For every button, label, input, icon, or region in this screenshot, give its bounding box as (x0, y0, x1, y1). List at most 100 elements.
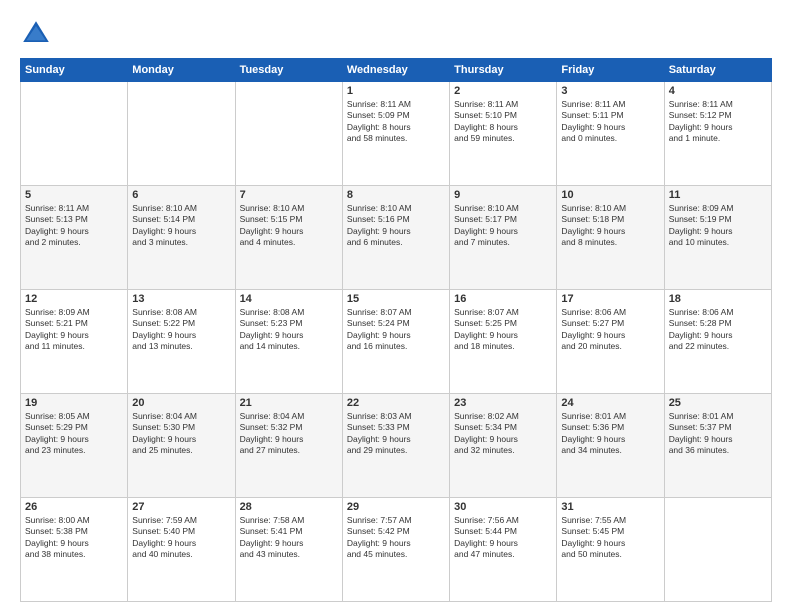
calendar-week-row: 19 Sunrise: 8:05 AM Sunset: 5:29 PM Dayli… (21, 394, 772, 498)
day-number: 18 (669, 293, 767, 305)
day-info: Sunrise: 7:57 AM Sunset: 5:42 PM Dayligh… (347, 515, 445, 561)
day-info: Sunrise: 8:11 AM Sunset: 5:09 PM Dayligh… (347, 99, 445, 145)
day-number: 5 (25, 189, 123, 201)
calendar-day-cell: 23 Sunrise: 8:02 AM Sunset: 5:34 PM Dayli… (450, 394, 557, 498)
calendar-day-cell (235, 82, 342, 186)
day-number: 31 (561, 501, 659, 513)
weekday-header: Tuesday (235, 59, 342, 82)
calendar-week-row: 5 Sunrise: 8:11 AM Sunset: 5:13 PM Daylig… (21, 186, 772, 290)
day-number: 13 (132, 293, 230, 305)
day-number: 9 (454, 189, 552, 201)
day-number: 20 (132, 397, 230, 409)
day-info: Sunrise: 8:08 AM Sunset: 5:23 PM Dayligh… (240, 307, 338, 353)
calendar-day-cell: 16 Sunrise: 8:07 AM Sunset: 5:25 PM Dayli… (450, 290, 557, 394)
calendar-day-cell: 31 Sunrise: 7:55 AM Sunset: 5:45 PM Dayli… (557, 498, 664, 602)
day-number: 12 (25, 293, 123, 305)
day-info: Sunrise: 8:04 AM Sunset: 5:30 PM Dayligh… (132, 411, 230, 457)
header-row: SundayMondayTuesdayWednesdayThursdayFrid… (21, 59, 772, 82)
day-number: 3 (561, 85, 659, 97)
weekday-header: Wednesday (342, 59, 449, 82)
day-info: Sunrise: 8:10 AM Sunset: 5:16 PM Dayligh… (347, 203, 445, 249)
calendar-week-row: 1 Sunrise: 8:11 AM Sunset: 5:09 PM Daylig… (21, 82, 772, 186)
day-info: Sunrise: 8:02 AM Sunset: 5:34 PM Dayligh… (454, 411, 552, 457)
calendar-day-cell: 7 Sunrise: 8:10 AM Sunset: 5:15 PM Daylig… (235, 186, 342, 290)
calendar-day-cell: 12 Sunrise: 8:09 AM Sunset: 5:21 PM Dayli… (21, 290, 128, 394)
day-info: Sunrise: 8:10 AM Sunset: 5:18 PM Dayligh… (561, 203, 659, 249)
day-info: Sunrise: 8:10 AM Sunset: 5:17 PM Dayligh… (454, 203, 552, 249)
calendar-day-cell (128, 82, 235, 186)
calendar-day-cell: 27 Sunrise: 7:59 AM Sunset: 5:40 PM Dayli… (128, 498, 235, 602)
day-info: Sunrise: 8:08 AM Sunset: 5:22 PM Dayligh… (132, 307, 230, 353)
calendar-day-cell: 19 Sunrise: 8:05 AM Sunset: 5:29 PM Dayli… (21, 394, 128, 498)
logo-icon (20, 18, 52, 50)
calendar-day-cell: 28Sunrise: 7:58 AM Sunset: 5:41 PM Dayli… (235, 498, 342, 602)
day-number: 22 (347, 397, 445, 409)
calendar-day-cell: 25 Sunrise: 8:01 AM Sunset: 5:37 PM Dayli… (664, 394, 771, 498)
day-info: Sunrise: 7:56 AM Sunset: 5:44 PM Dayligh… (454, 515, 552, 561)
day-info: Sunrise: 8:11 AM Sunset: 5:12 PM Dayligh… (669, 99, 767, 145)
day-number: 27 (132, 501, 230, 513)
day-number: 1 (347, 85, 445, 97)
day-info: Sunrise: 8:05 AM Sunset: 5:29 PM Dayligh… (25, 411, 123, 457)
day-number: 17 (561, 293, 659, 305)
calendar-day-cell: 15Sunrise: 8:07 AM Sunset: 5:24 PM Dayli… (342, 290, 449, 394)
day-info: Sunrise: 8:10 AM Sunset: 5:15 PM Dayligh… (240, 203, 338, 249)
calendar-day-cell: 26 Sunrise: 8:00 AM Sunset: 5:38 PM Dayli… (21, 498, 128, 602)
logo (20, 18, 56, 50)
day-number: 10 (561, 189, 659, 201)
calendar-day-cell: 1 Sunrise: 8:11 AM Sunset: 5:09 PM Daylig… (342, 82, 449, 186)
day-number: 4 (669, 85, 767, 97)
header (20, 18, 772, 50)
day-info: Sunrise: 8:09 AM Sunset: 5:21 PM Dayligh… (25, 307, 123, 353)
weekday-header: Thursday (450, 59, 557, 82)
calendar-day-cell: 22Sunrise: 8:03 AM Sunset: 5:33 PM Dayli… (342, 394, 449, 498)
calendar-week-row: 12 Sunrise: 8:09 AM Sunset: 5:21 PM Dayli… (21, 290, 772, 394)
calendar-day-cell: 30 Sunrise: 7:56 AM Sunset: 5:44 PM Dayli… (450, 498, 557, 602)
day-info: Sunrise: 8:11 AM Sunset: 5:11 PM Dayligh… (561, 99, 659, 145)
page: SundayMondayTuesdayWednesdayThursdayFrid… (0, 0, 792, 612)
day-number: 21 (240, 397, 338, 409)
calendar-day-cell: 13 Sunrise: 8:08 AM Sunset: 5:22 PM Dayli… (128, 290, 235, 394)
calendar-day-cell: 18 Sunrise: 8:06 AM Sunset: 5:28 PM Dayli… (664, 290, 771, 394)
day-number: 2 (454, 85, 552, 97)
day-number: 23 (454, 397, 552, 409)
day-info: Sunrise: 8:10 AM Sunset: 5:14 PM Dayligh… (132, 203, 230, 249)
day-number: 6 (132, 189, 230, 201)
day-number: 25 (669, 397, 767, 409)
day-number: 30 (454, 501, 552, 513)
day-number: 28 (240, 501, 338, 513)
day-number: 26 (25, 501, 123, 513)
calendar-day-cell: 29 Sunrise: 7:57 AM Sunset: 5:42 PM Dayli… (342, 498, 449, 602)
calendar-week-row: 26 Sunrise: 8:00 AM Sunset: 5:38 PM Dayli… (21, 498, 772, 602)
day-number: 14 (240, 293, 338, 305)
day-info: Sunrise: 8:11 AM Sunset: 5:10 PM Dayligh… (454, 99, 552, 145)
day-info: Sunrise: 7:55 AM Sunset: 5:45 PM Dayligh… (561, 515, 659, 561)
weekday-header: Saturday (664, 59, 771, 82)
calendar-day-cell: 3 Sunrise: 8:11 AM Sunset: 5:11 PM Daylig… (557, 82, 664, 186)
day-number: 8 (347, 189, 445, 201)
day-info: Sunrise: 8:07 AM Sunset: 5:25 PM Dayligh… (454, 307, 552, 353)
day-info: Sunrise: 8:01 AM Sunset: 5:37 PM Dayligh… (669, 411, 767, 457)
weekday-header: Sunday (21, 59, 128, 82)
calendar-day-cell: 6 Sunrise: 8:10 AM Sunset: 5:14 PM Daylig… (128, 186, 235, 290)
calendar-day-cell: 21 Sunrise: 8:04 AM Sunset: 5:32 PM Dayli… (235, 394, 342, 498)
day-info: Sunrise: 7:59 AM Sunset: 5:40 PM Dayligh… (132, 515, 230, 561)
day-number: 7 (240, 189, 338, 201)
day-info: Sunrise: 8:11 AM Sunset: 5:13 PM Dayligh… (25, 203, 123, 249)
day-number: 29 (347, 501, 445, 513)
day-number: 19 (25, 397, 123, 409)
calendar-day-cell: 5 Sunrise: 8:11 AM Sunset: 5:13 PM Daylig… (21, 186, 128, 290)
calendar-day-cell (21, 82, 128, 186)
calendar-day-cell: 4 Sunrise: 8:11 AM Sunset: 5:12 PM Daylig… (664, 82, 771, 186)
day-number: 16 (454, 293, 552, 305)
calendar-day-cell: 9 Sunrise: 8:10 AM Sunset: 5:17 PM Daylig… (450, 186, 557, 290)
weekday-header: Friday (557, 59, 664, 82)
day-info: Sunrise: 8:06 AM Sunset: 5:27 PM Dayligh… (561, 307, 659, 353)
day-info: Sunrise: 8:04 AM Sunset: 5:32 PM Dayligh… (240, 411, 338, 457)
calendar-day-cell: 20 Sunrise: 8:04 AM Sunset: 5:30 PM Dayli… (128, 394, 235, 498)
day-info: Sunrise: 8:06 AM Sunset: 5:28 PM Dayligh… (669, 307, 767, 353)
day-number: 15 (347, 293, 445, 305)
calendar-day-cell: 24Sunrise: 8:01 AM Sunset: 5:36 PM Dayli… (557, 394, 664, 498)
day-number: 24 (561, 397, 659, 409)
day-info: Sunrise: 8:00 AM Sunset: 5:38 PM Dayligh… (25, 515, 123, 561)
